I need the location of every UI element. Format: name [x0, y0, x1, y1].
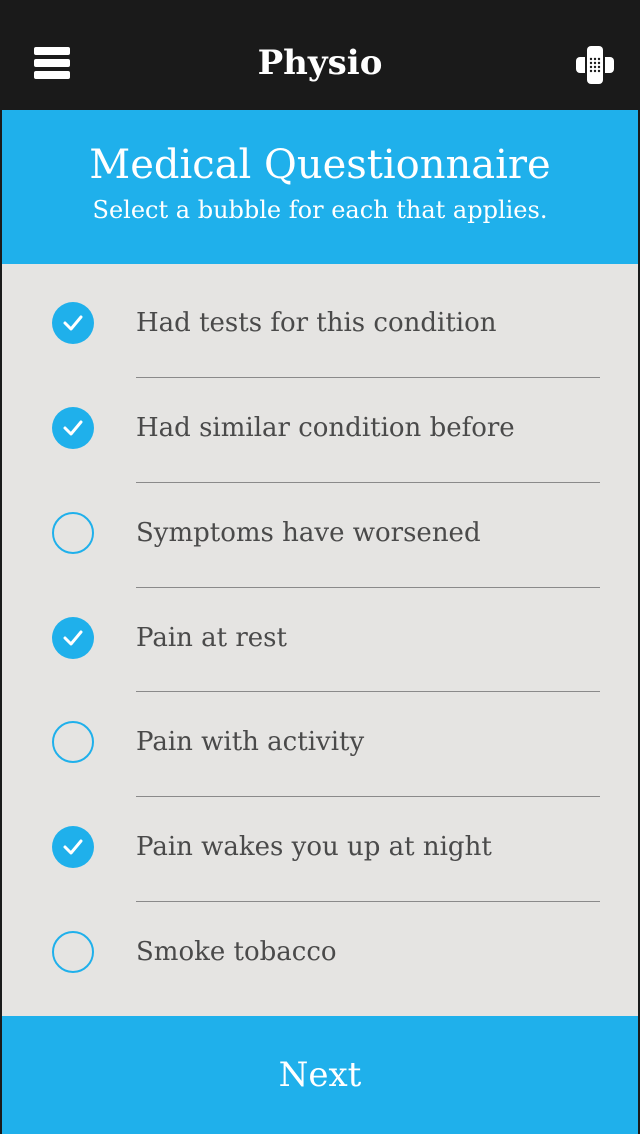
bandage-icon[interactable]	[576, 46, 614, 84]
question-item[interactable]: Pain with activity	[2, 683, 638, 788]
check-icon	[63, 839, 83, 855]
check-icon	[63, 315, 83, 331]
top-bar: Physio	[2, 0, 638, 110]
check-icon	[63, 630, 83, 646]
page-subtitle: Select a bubble for each that applies.	[92, 196, 548, 224]
question-label: Pain wakes you up at night	[136, 832, 492, 862]
check-bubble-checked[interactable]	[52, 407, 94, 449]
question-item[interactable]: Pain wakes you up at night	[2, 788, 638, 893]
check-bubble-checked[interactable]	[52, 302, 94, 344]
check-bubble-checked[interactable]	[52, 617, 94, 659]
question-item[interactable]: Had tests for this condition	[2, 264, 638, 369]
question-list: Had tests for this condition Had similar…	[2, 264, 638, 1016]
question-label: Had similar condition before	[136, 413, 515, 443]
question-label: Had tests for this condition	[136, 308, 497, 338]
check-bubble-unchecked[interactable]	[52, 721, 94, 763]
question-label: Pain at rest	[136, 623, 287, 653]
questionnaire-header: Medical Questionnaire Select a bubble fo…	[2, 110, 638, 264]
check-icon	[63, 420, 83, 436]
question-label: Smoke tobacco	[136, 937, 337, 967]
check-bubble-checked[interactable]	[52, 826, 94, 868]
app-title: Physio	[257, 43, 383, 83]
question-label: Symptoms have worsened	[136, 518, 481, 548]
app-screen: Physio Medical Questionnaire Select a bu…	[0, 0, 640, 1134]
question-item[interactable]: Had similar condition before	[2, 369, 638, 474]
page-title: Medical Questionnaire	[89, 142, 551, 188]
check-bubble-unchecked[interactable]	[52, 931, 94, 973]
question-item[interactable]: Smoke tobacco	[2, 893, 638, 998]
question-label: Pain with activity	[136, 727, 365, 757]
check-bubble-unchecked[interactable]	[52, 512, 94, 554]
question-item[interactable]: Symptoms have worsened	[2, 474, 638, 579]
question-item[interactable]: Pain at rest	[2, 579, 638, 684]
next-button[interactable]: Next	[2, 1016, 638, 1134]
